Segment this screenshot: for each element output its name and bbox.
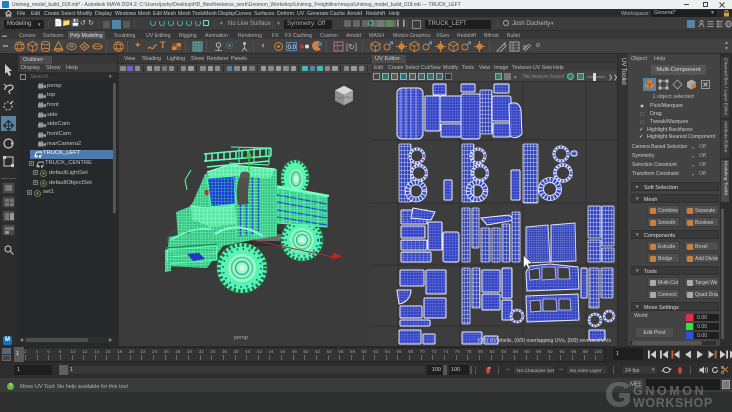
svg-text:THE: THE (633, 380, 644, 386)
svg-text:WORKSHOP: WORKSHOP (633, 396, 713, 410)
svg-text:(0/0) UV shells, (0/0) overlap: (0/0) UV shells, (0/0) overlapping UVs, … (478, 338, 612, 344)
svg-text:0.0: 0.0 (288, 45, 297, 51)
svg-text:[↻]: [↻] (346, 43, 357, 52)
